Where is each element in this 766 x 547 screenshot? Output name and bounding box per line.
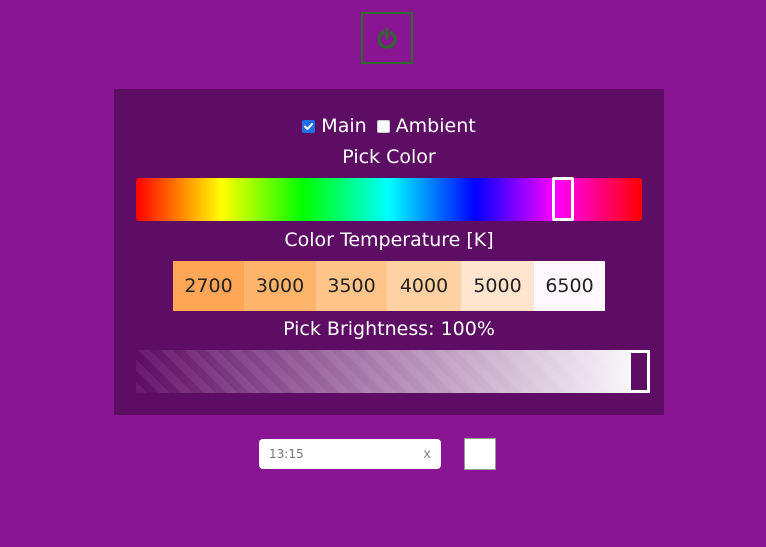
power-icon — [377, 27, 397, 49]
main-checkbox[interactable] — [302, 119, 316, 133]
hue-slider-handle[interactable] — [552, 177, 574, 221]
temp-option-3000[interactable]: 3000 — [244, 261, 316, 311]
brightness-slider[interactable] — [136, 350, 650, 393]
mode-selector: Main Ambient — [114, 115, 664, 137]
timer-clear-button[interactable]: x — [423, 447, 431, 462]
temp-option-2700[interactable]: 2700 — [173, 261, 244, 311]
timer-input[interactable]: 13:15 x — [259, 439, 441, 469]
temp-option-3500[interactable]: 3500 — [316, 261, 387, 311]
mode-main-label: Main — [321, 115, 367, 137]
mode-ambient[interactable]: Ambient — [376, 115, 476, 137]
checkmark-icon — [304, 122, 314, 130]
color-temperature-options: 2700 3000 3500 4000 5000 6500 — [173, 261, 605, 311]
color-temperature-title: Color Temperature [K] — [284, 229, 494, 251]
mode-main[interactable]: Main — [302, 115, 367, 137]
timer-value: 13:15 — [269, 447, 304, 461]
ambient-checkbox[interactable] — [376, 119, 390, 133]
pick-color-title: Pick Color — [342, 146, 436, 168]
brightness-slider-handle[interactable] — [628, 350, 650, 393]
mode-ambient-label: Ambient — [395, 115, 476, 137]
temp-option-6500[interactable]: 6500 — [534, 261, 605, 311]
temp-option-4000[interactable]: 4000 — [387, 261, 461, 311]
control-panel: Main Ambient Pick Color Color Temperatur… — [114, 89, 664, 415]
brightness-title: Pick Brightness: 100% — [283, 318, 495, 340]
temp-option-5000[interactable]: 5000 — [461, 261, 534, 311]
hue-slider[interactable] — [136, 177, 642, 221]
power-button[interactable] — [361, 12, 413, 64]
selected-color-swatch[interactable] — [464, 438, 496, 470]
light-control-page: Main Ambient Pick Color Color Temperatur… — [0, 0, 766, 547]
